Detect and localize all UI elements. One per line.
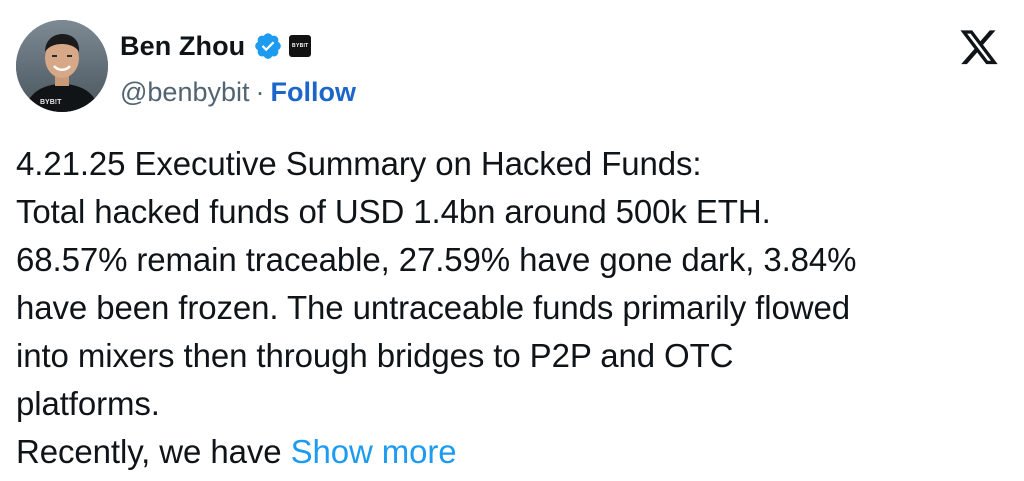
tweet-line: into mixers then through bridges to P2P …	[16, 337, 734, 374]
shirt-logo-text: BYB!T	[40, 99, 62, 106]
avatar-photo: BYB!T	[16, 20, 108, 112]
author-name-row: Ben Zhou BYBIT	[120, 28, 312, 64]
tweet-line: platforms.	[16, 385, 160, 422]
tweet-card: BYB!T Ben Zhou BYBIT @benbybit · Follow …	[0, 0, 1024, 481]
x-logo-icon[interactable]	[958, 30, 1000, 68]
affiliate-badge[interactable]: BYBIT	[289, 35, 312, 57]
verified-badge-icon	[253, 31, 283, 61]
tweet-line: 68.57% remain traceable, 27.59% have gon…	[16, 241, 857, 278]
tweet-line: have been frozen. The untraceable funds …	[16, 289, 850, 326]
tweet-line: 4.21.25 Executive Summary on Hacked Fund…	[16, 145, 702, 182]
author-display-name[interactable]: Ben Zhou	[120, 31, 245, 62]
author-handle[interactable]: @benbybit	[120, 77, 250, 108]
author-handle-row: @benbybit · Follow	[120, 74, 356, 110]
follow-button[interactable]: Follow	[271, 77, 356, 108]
tweet-last-line-text: Recently, we have	[16, 433, 291, 470]
handle-separator: ·	[255, 76, 265, 107]
tweet-line: Total hacked funds of USD 1.4bn around 5…	[16, 193, 771, 230]
show-more-link[interactable]: Show more	[291, 433, 457, 470]
tweet-body: 4.21.25 Executive Summary on Hacked Fund…	[16, 140, 1006, 476]
tweet-last-line: Recently, we have Show more	[16, 428, 1006, 476]
avatar[interactable]: BYB!T	[16, 20, 108, 112]
affiliate-badge-text: BYBIT	[292, 43, 309, 49]
